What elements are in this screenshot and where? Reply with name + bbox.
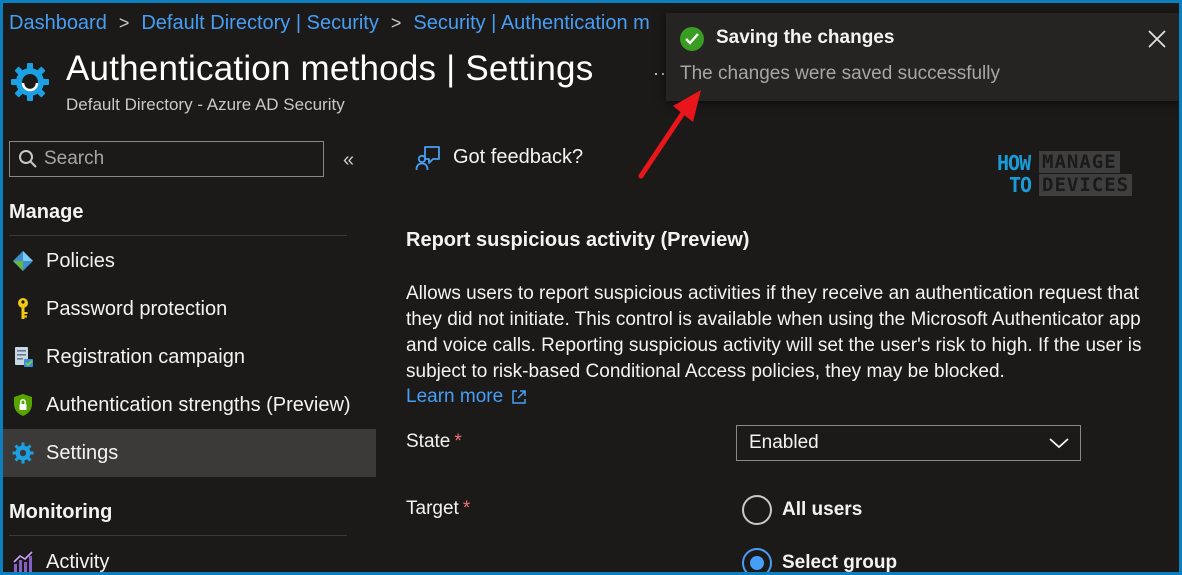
logo-text-manage: MANAGE	[1039, 151, 1120, 173]
logo-text-to: TO	[1009, 173, 1032, 197]
sidebar-item-password-protection[interactable]: Password protection	[3, 285, 376, 333]
section-divider	[9, 535, 347, 536]
section-header-monitoring: Monitoring	[9, 501, 113, 523]
settings-gear-icon	[9, 61, 51, 103]
target-radio-all-users[interactable]: All users	[742, 495, 862, 525]
state-dropdown-value: Enabled	[749, 432, 819, 453]
page-subtitle: Default Directory - Azure AD Security	[66, 95, 345, 114]
shield-lock-icon	[9, 391, 37, 419]
toast-title: Saving the changes	[716, 27, 895, 48]
radio-button[interactable]	[742, 495, 772, 525]
sidebar-item-label: Authentication strengths (Preview)	[46, 393, 351, 416]
sidebar-item-authentication-strengths[interactable]: Authentication strengths (Preview)	[3, 381, 376, 429]
sidebar-item-settings[interactable]: Settings	[3, 429, 376, 477]
search-placeholder: Search	[44, 148, 105, 169]
radio-label: All users	[782, 499, 863, 520]
state-label-text: State	[406, 431, 451, 452]
search-input[interactable]: Search	[9, 141, 324, 177]
breadcrumb-dashboard[interactable]: Dashboard	[9, 12, 107, 35]
close-icon[interactable]	[1145, 27, 1169, 51]
logo-text-devices: DEVICES	[1039, 174, 1133, 196]
target-label: Target *	[406, 498, 470, 520]
sidebar-item-activity[interactable]: Activity	[3, 538, 376, 572]
state-label: State *	[406, 431, 462, 453]
section-title: Report suspicious activity (Preview)	[406, 229, 750, 251]
how-to-manage-devices-logo: HOW TO MANAGE DEVICES	[993, 147, 1143, 203]
more-options-button[interactable]: ··	[653, 63, 667, 84]
feedback-button[interactable]: Got feedback?	[415, 143, 583, 171]
radio-button-checked[interactable]	[742, 548, 772, 572]
portal-window: Dashboard > Default Directory | Security…	[3, 3, 1179, 572]
feedback-icon	[415, 146, 440, 171]
key-icon	[9, 295, 37, 323]
required-asterisk: *	[454, 431, 462, 452]
sidebar-item-label: Password protection	[46, 297, 228, 320]
sidebar-item-label: Policies	[46, 249, 115, 272]
state-dropdown[interactable]: Enabled	[736, 425, 1081, 461]
policy-icon	[9, 247, 37, 275]
gear-icon	[9, 439, 37, 467]
toast-message: The changes were saved successfully	[680, 63, 1000, 84]
annotation-arrow-icon	[638, 90, 701, 179]
breadcrumb: Dashboard > Default Directory | Security…	[9, 9, 650, 37]
learn-more-label: Learn more	[406, 386, 504, 407]
sidebar-item-policies[interactable]: Policies	[3, 237, 376, 285]
page-title: Authentication methods | Settings	[66, 49, 594, 88]
radio-label: Select group	[782, 552, 898, 572]
success-check-icon	[680, 27, 704, 51]
required-asterisk: *	[462, 498, 471, 519]
section-header-manage: Manage	[9, 201, 84, 223]
section-divider	[9, 235, 347, 236]
breadcrumb-security-authentication-methods[interactable]: Security | Authentication m	[413, 12, 649, 35]
target-label-text: Target	[406, 498, 459, 519]
sidebar-item-label: Settings	[46, 441, 119, 464]
sidebar-item-label: Registration campaign	[46, 345, 245, 368]
search-icon	[19, 150, 37, 168]
chevron-down-icon	[1049, 438, 1069, 449]
collapse-sidebar-button[interactable]: «	[343, 149, 354, 172]
external-link-icon	[512, 390, 526, 404]
notification-toast: Saving the changes The changes were save…	[666, 13, 1179, 101]
registration-icon	[9, 343, 37, 371]
sidebar-item-label: Activity	[46, 550, 110, 573]
breadcrumb-separator: >	[118, 12, 130, 33]
breadcrumb-default-directory-security[interactable]: Default Directory | Security	[141, 12, 379, 35]
sidebar-item-registration-campaign[interactable]: Registration campaign	[3, 333, 376, 381]
feedback-label: Got feedback?	[453, 145, 584, 168]
logo-text-how: HOW	[997, 151, 1031, 175]
activity-chart-icon	[9, 548, 37, 572]
learn-more-link[interactable]: Learn more	[406, 386, 527, 408]
target-radio-select-group[interactable]: Select group	[742, 548, 897, 572]
breadcrumb-separator: >	[390, 12, 402, 33]
section-description: Allows users to report suspicious activi…	[406, 283, 1142, 382]
